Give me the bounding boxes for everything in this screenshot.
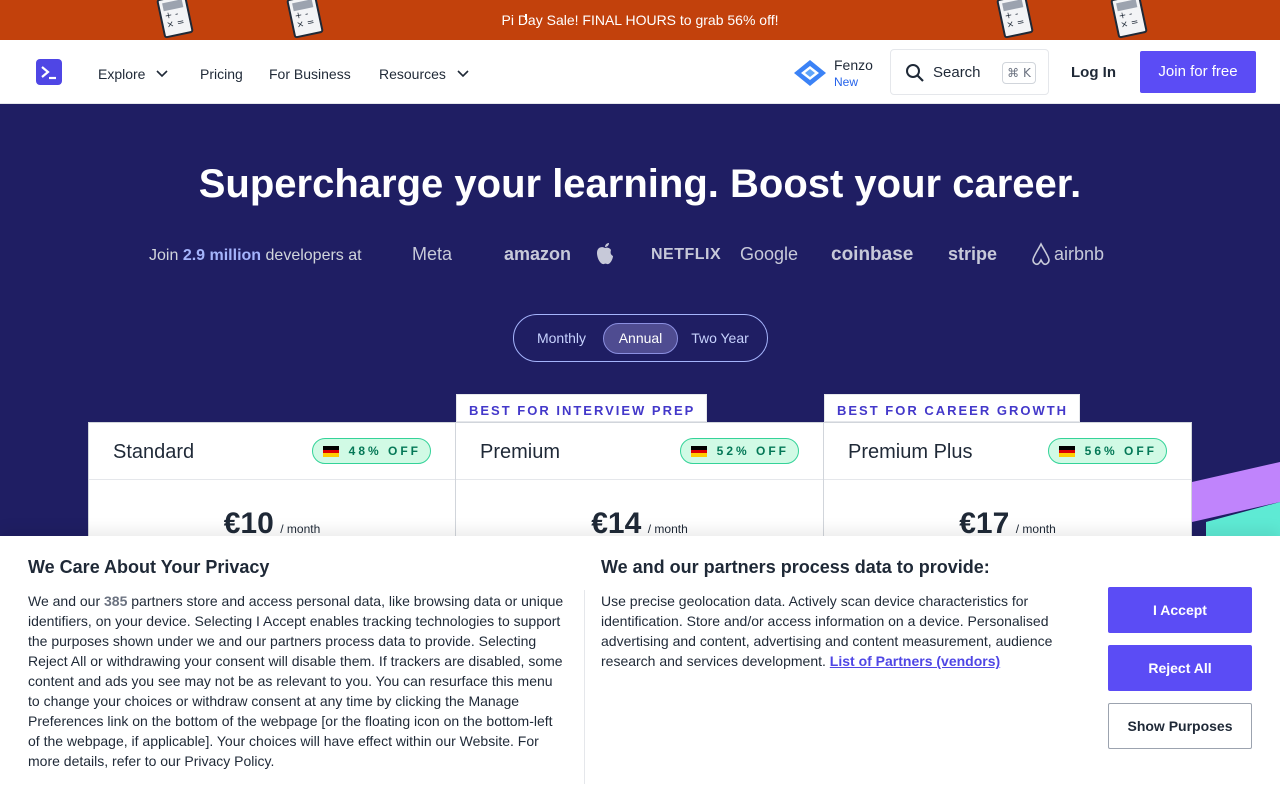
join-button[interactable]: Join for free — [1140, 51, 1256, 93]
decorative-shape — [1192, 462, 1280, 542]
logo[interactable] — [36, 59, 62, 85]
company-logo-amazon: amazon — [504, 244, 572, 264]
purposes-body: Use precise geolocation data. Actively s… — [601, 591, 1071, 671]
keyboard-shortcut: ⌘ K — [1002, 62, 1036, 84]
plan-name: Premium — [480, 441, 561, 463]
nav-for-business[interactable]: For Business — [269, 66, 351, 82]
germany-flag-icon — [690, 446, 707, 457]
chevron-down-icon — [156, 70, 169, 78]
privacy-body: We and our 385 partners store and access… — [28, 591, 568, 771]
discount-text: 52% OFF — [716, 444, 789, 458]
plan-card-header: Standard 48% OFF — [89, 423, 455, 480]
discount-badge: 56% OFF — [1047, 438, 1167, 464]
partners-list-link[interactable]: List of Partners (vendors) — [830, 653, 1000, 669]
discount-text: 48% OFF — [348, 444, 421, 458]
promo-banner[interactable]: + - × = + - × = Pi Day Sale! FINAL HOURS t… — [0, 0, 1280, 40]
company-logo-google: Google — [740, 244, 799, 264]
privacy-body-prefix: We and our — [28, 593, 101, 609]
plan-name: Premium Plus — [848, 441, 973, 463]
fenzo-link[interactable]: Fenzo New — [794, 56, 878, 90]
plan-card-premium[interactable]: Premium 52% OFF €14 / month — [455, 422, 824, 552]
join-suffix: developers at — [265, 247, 362, 264]
apple-icon — [597, 243, 613, 265]
discount-badge: 48% OFF — [311, 438, 431, 464]
chevron-down-icon — [457, 70, 469, 78]
promo-text[interactable]: Pi Day Sale! FINAL HOURS to grab 56% off… — [0, 12, 1280, 28]
top-navbar: Explore Pricing For Business Resources F… — [0, 40, 1280, 104]
ribbon-interview-prep: BEST FOR INTERVIEW PREP — [456, 394, 708, 422]
login-link[interactable]: Log In — [1071, 64, 1116, 81]
plan-card-header: Premium 52% OFF — [456, 423, 823, 480]
hero-title: Supercharge your learning. Boost your ca… — [198, 162, 1082, 206]
ribbon-career-growth: BEST FOR CAREER GROWTH — [824, 394, 1081, 422]
plan-card-standard[interactable]: Standard 48% OFF €10 / month — [88, 422, 456, 552]
discount-badge: 52% OFF — [679, 438, 799, 464]
fenzo-icon — [794, 60, 826, 86]
calculator-icon: + - × = — [1110, 0, 1148, 39]
company-logo-airbnb-label: airbnb — [1054, 243, 1105, 264]
nav-pricing-label: Pricing — [200, 66, 243, 82]
privacy-consent-panel: We Care About Your Privacy We and our 38… — [0, 536, 1280, 800]
search-icon — [906, 64, 924, 82]
company-logo-meta: Meta — [412, 244, 453, 264]
purposes-title: We and our partners process data to prov… — [601, 557, 990, 577]
nav-for-business-label: For Business — [269, 66, 351, 82]
toggle-two-year[interactable]: Two Year — [682, 323, 758, 354]
company-logo-stripe: stripe — [948, 244, 998, 264]
price-period: / month — [1015, 522, 1056, 536]
plan-name: Standard — [113, 441, 195, 463]
calculator-icon: + - × = — [996, 0, 1034, 39]
price-period: / month — [280, 522, 321, 536]
company-logo-coinbase: coinbase — [831, 244, 914, 265]
airbnb-icon — [1032, 242, 1050, 266]
nav-resources[interactable]: Resources — [379, 66, 470, 82]
nav-resources-label: Resources — [379, 66, 446, 82]
germany-flag-icon — [322, 446, 339, 457]
privacy-body-text: partners store and access personal data,… — [28, 593, 564, 769]
accept-button[interactable]: I Accept — [1108, 587, 1252, 633]
partner-count: 385 — [104, 593, 128, 609]
fenzo-name: Fenzo — [834, 57, 873, 73]
developer-count: 2.9 million — [182, 247, 262, 264]
toggle-annual[interactable]: Annual — [603, 323, 678, 354]
show-purposes-button[interactable]: Show Purposes — [1108, 703, 1252, 749]
toggle-monthly[interactable]: Monthly — [524, 323, 599, 354]
terminal-icon — [41, 66, 56, 80]
price-period: / month — [647, 522, 688, 536]
billing-period-toggle: Monthly Annual Two Year — [513, 314, 768, 362]
divider — [584, 590, 585, 784]
search-button[interactable]: Search ⌘ K — [890, 49, 1049, 95]
company-logo-airbnb: airbnb — [1030, 242, 1104, 266]
nav-explore[interactable]: Explore — [98, 66, 169, 82]
join-line: Join 2.9 million developers at — [149, 247, 362, 265]
company-logo-netflix: NETFLIX — [651, 246, 722, 263]
nav-explore-label: Explore — [98, 66, 146, 82]
reject-all-button[interactable]: Reject All — [1108, 645, 1252, 691]
join-prefix: Join — [149, 247, 179, 264]
search-label: Search — [933, 64, 981, 81]
germany-flag-icon — [1058, 446, 1075, 457]
nav-pricing[interactable]: Pricing — [200, 66, 243, 82]
new-badge: New — [834, 75, 859, 89]
discount-text: 56% OFF — [1084, 444, 1157, 458]
plan-card-header: Premium Plus 56% OFF — [824, 423, 1191, 480]
plan-card-premium-plus[interactable]: Premium Plus 56% OFF €17 / month — [823, 422, 1192, 552]
privacy-title: We Care About Your Privacy — [28, 557, 270, 577]
